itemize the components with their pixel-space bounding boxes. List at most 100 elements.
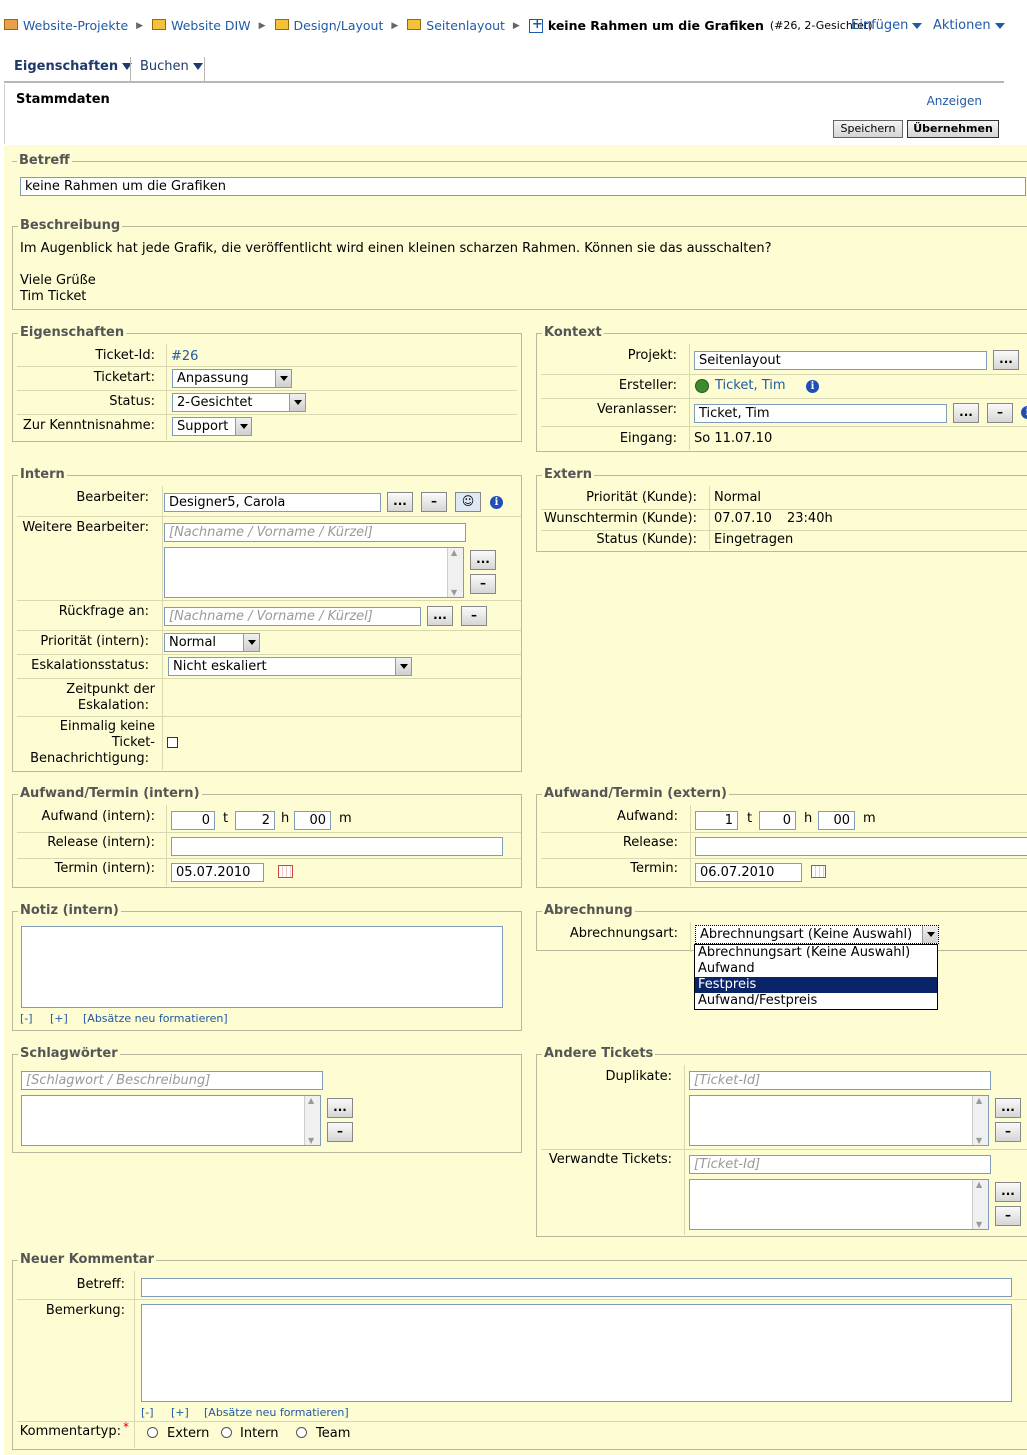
date-intern-input[interactable]: 05.07.2010 [171, 863, 264, 882]
column-divider [690, 922, 691, 952]
remove-query-button[interactable]: – [461, 606, 487, 626]
remove-keyword-button[interactable]: – [327, 1122, 353, 1142]
tab-buchen[interactable]: Buchen [140, 59, 203, 74]
release-extern-input[interactable] [695, 837, 1027, 856]
projects-folder-icon [4, 19, 18, 30]
billing-option[interactable]: Aufwand/Festpreis [695, 993, 937, 1009]
reformat-link[interactable]: [Absätze neu formatieren] [83, 1012, 228, 1025]
effort-minutes-input[interactable]: 00 [294, 811, 331, 830]
remove-editor-button[interactable]: – [421, 492, 447, 512]
add-duplicate-button[interactable]: ... [995, 1098, 1021, 1118]
eigenschaften-section: Eigenschaften Ticket-Id: #26 Ticketart: … [12, 325, 522, 442]
billing-option-highlighted[interactable]: Festpreis [695, 977, 937, 993]
scrollbar[interactable] [447, 548, 463, 597]
show-link[interactable]: Anzeigen [927, 94, 982, 108]
keyword-list[interactable] [21, 1095, 321, 1146]
collapse-link[interactable]: [-] [20, 1012, 33, 1025]
billing-option[interactable]: Abrechnungsart (Keine Auswahl) [695, 945, 937, 961]
comment-subject-input[interactable] [141, 1278, 1012, 1297]
field-label: Status (Kunde): [596, 532, 697, 547]
status-select[interactable]: 2-Gesichtet [172, 393, 306, 412]
expand-link[interactable]: [+] [50, 1012, 68, 1025]
billing-option[interactable]: Aufwand [695, 961, 937, 977]
billing-type-select[interactable]: Abrechnungsart (Keine Auswahl) [695, 925, 939, 944]
comment-type-team-radio[interactable] [296, 1427, 307, 1438]
release-intern-input[interactable] [171, 837, 503, 856]
comment-remark-textarea[interactable] [141, 1304, 1012, 1402]
remove-initiator-button[interactable]: – [987, 403, 1013, 423]
breadcrumb-item-website-projekte[interactable]: Website-Projekte [4, 18, 128, 33]
effort-days-input[interactable]: 0 [171, 811, 215, 830]
more-editors-input[interactable]: [Nachname / Vorname / Kürzel] [164, 523, 466, 542]
more-editors-list[interactable] [164, 547, 464, 598]
save-button[interactable]: Speichern [833, 120, 903, 138]
section-legend: Notiz (intern) [18, 903, 121, 918]
remove-related-button[interactable]: – [995, 1206, 1021, 1226]
duplicates-input[interactable]: [Ticket-Id] [689, 1071, 991, 1090]
field-label: Ticket- [111, 735, 155, 750]
ext-effort-minutes-input[interactable]: 00 [818, 811, 855, 830]
comment-type-extern-radio[interactable] [147, 1427, 158, 1438]
select-editor-button[interactable]: ... [387, 492, 413, 512]
subject-input[interactable]: keine Rahmen um die Grafiken [20, 177, 1026, 196]
add-keyword-button[interactable]: ... [327, 1098, 353, 1118]
keyword-input[interactable]: [Schlagwort / Beschreibung] [21, 1071, 323, 1090]
note-textarea[interactable] [21, 926, 503, 1008]
related-tickets-input[interactable]: [Ticket-Id] [689, 1155, 991, 1174]
escalation-select[interactable]: Nicht eskaliert [168, 657, 412, 676]
reformat-link[interactable]: [Absätze neu formatieren] [204, 1406, 349, 1419]
initiator-input[interactable]: Ticket, Tim [694, 404, 947, 423]
field-label: Release (intern): [47, 835, 155, 850]
priority-select[interactable]: Normal [164, 633, 260, 652]
no-notification-checkbox[interactable] [167, 737, 178, 748]
tab-eigenschaften[interactable]: Eigenschaften [14, 59, 133, 74]
info-icon[interactable]: i [806, 380, 819, 393]
unit-label: h [804, 811, 813, 826]
ticket-type-select[interactable]: Anpassung [172, 369, 292, 388]
project-input[interactable]: Seitenlayout [694, 351, 987, 370]
calendar-icon[interactable] [811, 865, 826, 878]
scrollbar[interactable] [972, 1096, 988, 1145]
breadcrumb-item-seitenlayout[interactable]: Seitenlayout [407, 18, 505, 33]
info-icon[interactable]: i [490, 496, 503, 509]
related-tickets-list[interactable] [689, 1179, 989, 1230]
query-input[interactable]: [Nachname / Vorname / Kürzel] [164, 607, 421, 626]
actions-menu[interactable]: Aktionen [933, 18, 1005, 33]
user-assign-icon[interactable]: ☺ [455, 492, 481, 512]
field-label: Aufwand (intern): [41, 809, 155, 824]
section-legend: Schlagwörter [18, 1046, 120, 1061]
scrollbar[interactable] [972, 1180, 988, 1229]
creator-link[interactable]: Ticket, Tim [715, 378, 786, 393]
andere-tickets-section: Andere Tickets Duplikate: [Ticket-Id] ..… [536, 1046, 1027, 1237]
duplicates-list[interactable] [689, 1095, 989, 1146]
date-extern-input[interactable]: 06.07.2010 [695, 863, 802, 882]
scrollbar[interactable] [304, 1096, 320, 1145]
add-editor-button[interactable]: ... [470, 550, 496, 570]
collapse-link[interactable]: [-] [141, 1406, 154, 1419]
notice-select[interactable]: Support [172, 417, 252, 436]
select-initiator-button[interactable]: ... [953, 403, 979, 423]
breadcrumb-item-design-layout[interactable]: Design/Layout [274, 18, 383, 33]
effort-hours-input[interactable]: 2 [235, 811, 275, 830]
calendar-icon[interactable] [278, 865, 293, 878]
apply-button[interactable]: Übernehmen [907, 120, 999, 138]
ext-effort-days-input[interactable]: 1 [695, 811, 738, 830]
remove-duplicate-button[interactable]: – [995, 1122, 1021, 1142]
row-divider [17, 630, 521, 631]
info-icon[interactable]: i [1021, 406, 1027, 419]
caret-down-icon [994, 22, 1005, 29]
section-legend: Betreff [17, 153, 72, 168]
top-bar: Website-Projekte ▶ Website DIW ▶ Design/… [0, 0, 1027, 52]
neuer-kommentar-section: Neuer Kommentar Betreff: Bemerkung: [-] … [12, 1252, 1027, 1450]
expand-link[interactable]: [+] [171, 1406, 189, 1419]
breadcrumb-item-website-diw[interactable]: Website DIW [152, 18, 251, 33]
editor-input[interactable]: Designer5, Carola [164, 493, 381, 512]
select-query-button[interactable]: ... [427, 606, 453, 626]
remove-more-editor-button[interactable]: – [470, 574, 496, 594]
select-project-button[interactable]: ... [993, 350, 1019, 370]
add-related-button[interactable]: ... [995, 1182, 1021, 1202]
comment-type-intern-radio[interactable] [221, 1427, 232, 1438]
insert-menu[interactable]: Einfügen [851, 18, 923, 33]
ticket-id-link[interactable]: #26 [171, 349, 198, 364]
ext-effort-hours-input[interactable]: 0 [759, 811, 796, 830]
